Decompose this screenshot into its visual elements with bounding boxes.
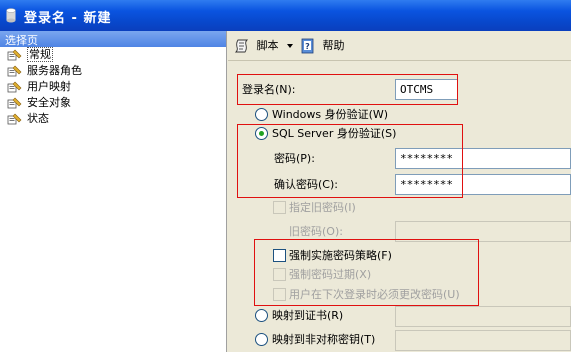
- page-item-server-roles[interactable]: 服务器角色: [0, 63, 226, 79]
- windows-auth-label[interactable]: Windows 身份验证(W): [272, 108, 388, 122]
- specify-old-password-label: 指定旧密码(I): [289, 201, 356, 214]
- asymmetric-key-select[interactable]: [395, 330, 571, 351]
- map-to-asymmetric-key-label[interactable]: 映射到非对称密钥(T): [272, 333, 375, 347]
- script-icon: [234, 39, 249, 53]
- help-button[interactable]: ? 帮助: [300, 38, 345, 54]
- highlight-box-password-policy: [254, 239, 479, 306]
- help-icon: ?: [301, 38, 314, 54]
- page-item-securables[interactable]: 安全对象: [0, 95, 226, 111]
- page-item-general[interactable]: 常规: [0, 47, 226, 63]
- highlight-box-sql-auth: [237, 124, 463, 198]
- database-icon: [6, 8, 16, 23]
- window-title-bar: 登录名 - 新建: [0, 0, 571, 31]
- page-item-user-mapping[interactable]: 用户映射: [0, 79, 226, 95]
- highlight-box-login-name: [237, 74, 458, 105]
- map-to-certificate-radio[interactable]: [255, 309, 268, 322]
- properties-icon: [7, 97, 22, 109]
- windows-auth-radio[interactable]: [255, 108, 268, 121]
- page-item-label: 服务器角色: [27, 64, 82, 77]
- properties-icon: [7, 49, 22, 61]
- map-to-certificate-label[interactable]: 映射到证书(R): [272, 309, 343, 323]
- page-item-label: 常规: [27, 47, 53, 62]
- page-item-status[interactable]: 状态: [0, 111, 226, 127]
- page-item-label: 用户映射: [27, 80, 71, 93]
- help-label: 帮助: [322, 39, 345, 52]
- map-to-asymmetric-key-radio[interactable]: [255, 333, 268, 346]
- certificate-name-select[interactable]: [395, 306, 571, 327]
- select-page-pane: 选择页 常规 服务器角色 用户映射 安全对象 状态: [0, 31, 227, 352]
- specify-old-password-checkbox[interactable]: [273, 201, 286, 214]
- properties-icon: [7, 65, 22, 77]
- script-label: 脚本: [256, 39, 279, 52]
- select-page-header: 选择页: [0, 31, 226, 47]
- toolbar: 脚本 ? 帮助: [228, 31, 571, 61]
- page-item-label: 状态: [27, 112, 49, 125]
- dropdown-arrow-icon[interactable]: [287, 44, 293, 48]
- script-button[interactable]: 脚本: [234, 38, 279, 54]
- properties-icon: [7, 81, 22, 93]
- window-title: 登录名 - 新建: [24, 11, 112, 26]
- svg-text:?: ?: [305, 42, 310, 51]
- old-password-label: 旧密码(O):: [289, 225, 343, 238]
- properties-icon: [7, 113, 22, 125]
- general-page-panel: 脚本 ? 帮助 登录名(N): OTCMS Windows 身份验证(W) SQ…: [228, 31, 571, 352]
- page-item-label: 安全对象: [27, 96, 71, 109]
